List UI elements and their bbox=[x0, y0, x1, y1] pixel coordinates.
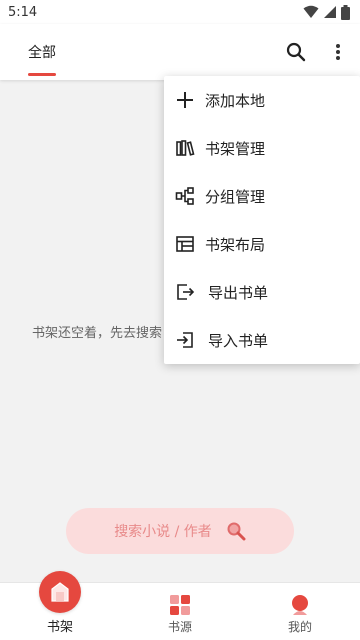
more-options-button[interactable] bbox=[322, 36, 354, 68]
menu-item-group-manage[interactable]: 分组管理 bbox=[164, 172, 360, 220]
bookshelf-icon bbox=[39, 571, 81, 613]
nav-label-profile: 我的 bbox=[287, 620, 312, 634]
nav-item-source[interactable]: 书源 bbox=[140, 583, 220, 640]
more-vert-icon bbox=[336, 44, 340, 60]
bottom-navigation: 书架 书源 我的 bbox=[0, 571, 360, 640]
search-icon bbox=[286, 42, 306, 62]
wifi-icon bbox=[303, 5, 319, 18]
app-bar: 全部 bbox=[0, 24, 360, 80]
tab-all[interactable]: 全部 bbox=[22, 24, 62, 80]
search-books-label: 搜索小说 / 作者 bbox=[114, 524, 212, 540]
tab-indicator bbox=[28, 73, 56, 76]
menu-item-label: 导入书单 bbox=[208, 331, 269, 350]
menu-item-shelf-layout[interactable]: 书架布局 bbox=[164, 220, 360, 268]
import-icon bbox=[174, 329, 196, 351]
status-icons bbox=[303, 4, 350, 20]
search-button[interactable] bbox=[280, 36, 312, 68]
nav-label-source: 书源 bbox=[167, 620, 192, 634]
battery-icon bbox=[341, 4, 350, 20]
menu-item-label: 分组管理 bbox=[205, 187, 266, 206]
menu-item-label: 导出书单 bbox=[208, 283, 269, 302]
overflow-menu: 添加本地 书架管理 分组管理 书架布局 导出书单 导入书单 bbox=[164, 76, 360, 364]
group-icon bbox=[174, 185, 196, 207]
profile-icon bbox=[292, 595, 308, 615]
add-icon bbox=[174, 89, 196, 111]
layout-icon bbox=[174, 233, 196, 255]
search-icon bbox=[227, 522, 246, 541]
search-books-button[interactable]: 搜索小说 / 作者 bbox=[66, 508, 294, 554]
menu-item-add-local[interactable]: 添加本地 bbox=[164, 76, 360, 124]
nav-item-bookshelf[interactable]: 书架 bbox=[20, 571, 100, 640]
source-icon bbox=[170, 595, 190, 615]
status-bar: 5:14 bbox=[0, 0, 360, 24]
menu-item-label: 添加本地 bbox=[205, 91, 266, 110]
nav-item-profile[interactable]: 我的 bbox=[260, 583, 340, 640]
menu-item-shelf-manage[interactable]: 书架管理 bbox=[164, 124, 360, 172]
empty-shelf-message: 书架还空着，先去搜索 bbox=[32, 326, 163, 341]
nav-label-bookshelf: 书架 bbox=[46, 620, 73, 635]
status-time: 5:14 bbox=[8, 4, 38, 20]
signal-icon bbox=[324, 6, 336, 18]
menu-item-export-list[interactable]: 导出书单 bbox=[164, 268, 360, 316]
menu-item-import-list[interactable]: 导入书单 bbox=[164, 316, 360, 364]
menu-item-label: 书架管理 bbox=[205, 139, 266, 158]
books-icon bbox=[174, 137, 196, 159]
export-icon bbox=[174, 281, 196, 303]
menu-item-label: 书架布局 bbox=[205, 235, 266, 254]
